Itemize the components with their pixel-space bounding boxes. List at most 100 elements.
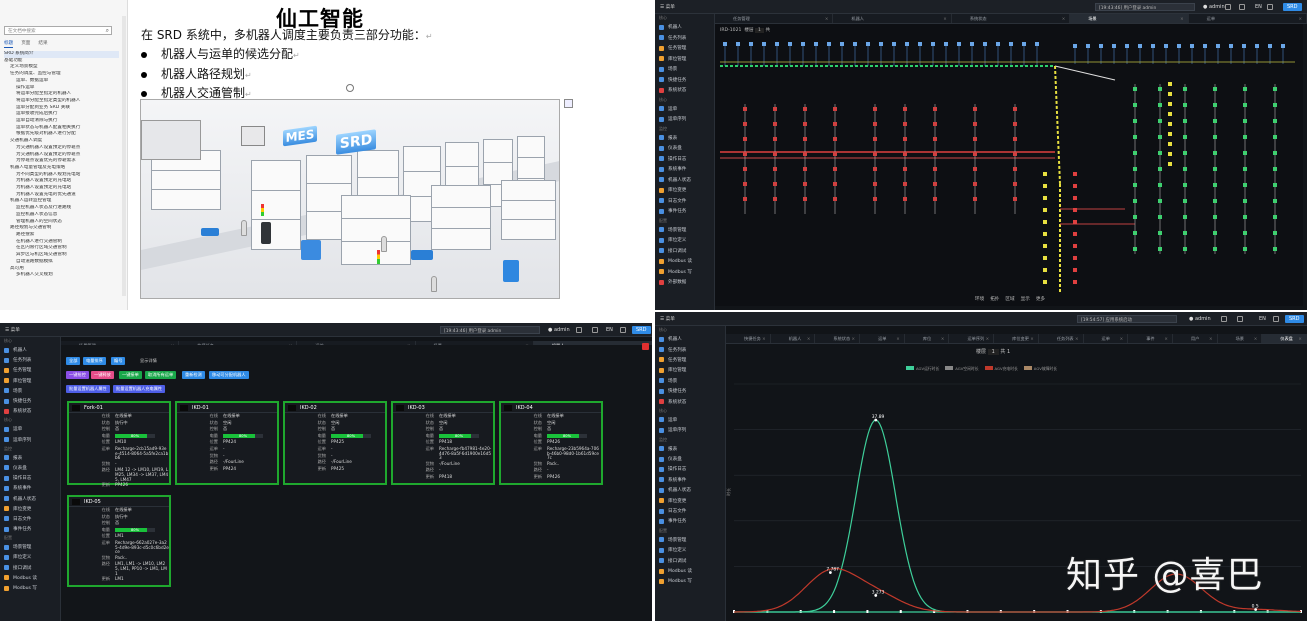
search-icon[interactable]: ⌕ [106,27,109,35]
heading-tree-item[interactable]: 自动道路数据模拟 [4,259,119,266]
map-node[interactable] [1125,44,1129,48]
heading-tree-item[interactable]: 为机器人设置充电的优先通道 [4,192,119,199]
map-node[interactable] [1168,162,1172,166]
map-node[interactable] [1133,103,1137,107]
tab[interactable]: 用户 × [1173,334,1218,343]
map-node[interactable] [1151,44,1155,48]
map-toolbar-item[interactable]: 环境 [975,296,984,302]
map-node[interactable] [1043,244,1047,248]
map-node[interactable] [1213,183,1217,187]
heading-tree-item[interactable]: 机器人运转监控管理 [4,198,119,205]
map-node[interactable] [1273,151,1277,155]
map-node[interactable] [1073,220,1077,224]
sidebar-item[interactable]: 库位管理 [655,365,725,375]
tab[interactable]: 快捷任务× [726,334,771,343]
heading-tree-item[interactable]: 为机器人设置预定的充电站 [4,185,119,192]
map-node[interactable] [1043,184,1047,188]
map-node[interactable] [903,107,907,111]
heading-tree-item[interactable]: 根据优先级对机器人进行分配 [4,131,119,138]
heading-tree-item[interactable]: 在区内限行区域交通管制 [4,245,119,252]
legend-entry[interactable]: AGV充电时长 [984,366,1018,372]
sidebar-item[interactable]: 任务管理 [0,365,60,375]
map-node[interactable] [1243,215,1247,219]
sidebar-item[interactable]: 运单序列 [655,114,714,125]
map-node[interactable] [1158,87,1162,91]
map-node[interactable] [1168,152,1172,156]
user-menu[interactable]: ● admin [548,327,570,333]
map-node[interactable] [723,42,727,46]
fullscreen-icon[interactable] [1273,316,1279,322]
map-node[interactable] [1133,215,1137,219]
cancel-orders-button[interactable]: 取消所有运单 [145,371,177,379]
map-node[interactable] [1073,232,1077,236]
close-tab-icon[interactable]: × [1062,14,1066,23]
robot-card[interactable]: IKD-04 在线 在线接单 状态 空闲 控制否电量 80% 位置 PP426 运单 Recharg… [499,401,603,485]
close-tab-icon[interactable]: × [807,334,811,343]
map-node[interactable] [873,152,877,156]
map-node[interactable] [840,42,844,46]
map-node[interactable] [803,152,807,156]
map-node[interactable] [1213,247,1217,251]
map-node[interactable] [866,42,870,46]
map-node[interactable] [973,197,977,201]
robot-card[interactable]: IKD-02 在线 在线接单 状态 空闲 控制否电量 80% 位置 PP425 运单 - 货物 - 路径 -… [283,401,387,485]
map-node[interactable] [833,167,837,171]
heading-tree-item[interactable]: 操作运单 [4,85,119,92]
map-node[interactable] [1073,172,1077,176]
map-node[interactable] [1168,102,1172,106]
close-tab-icon[interactable]: × [1299,14,1303,23]
heading-tree-item[interactable]: 多机器人交叉规划 [4,272,119,279]
map-node[interactable] [973,122,977,126]
map-node[interactable] [803,122,807,126]
map-node[interactable] [1216,44,1220,48]
close-tab-icon[interactable]: × [1164,334,1168,343]
map-node[interactable] [1273,135,1277,139]
map-node[interactable] [983,42,987,46]
tab[interactable]: 系统状态 × [952,14,1071,23]
heading-tree-item[interactable]: 高可用 [4,266,119,273]
map-node[interactable] [1133,135,1137,139]
map-node[interactable] [853,42,857,46]
sort-battery-button[interactable]: 电量排序 [83,357,106,365]
heading-tree-item[interactable]: 运单接收完成后执行 [4,111,119,118]
sidebar-item[interactable]: 日志文件 [0,514,60,524]
sidebar-item[interactable]: 机器人状态 [655,485,725,495]
heading-tree-item[interactable]: 定义场景模型 [4,64,119,71]
map-node[interactable] [1086,44,1090,48]
heading-tree-item[interactable]: 监控机器人状态信息 [4,212,119,219]
map-node[interactable] [1242,44,1246,48]
legend-entry[interactable]: AGV运行时长 [906,366,939,372]
map-node[interactable] [775,42,779,46]
heading-tree-item[interactable]: 运单分配到业务 SRD 关联 [4,105,119,112]
map-node[interactable] [1273,231,1277,235]
map-node[interactable] [827,42,831,46]
map-node[interactable] [1183,119,1187,123]
map-node[interactable] [1158,119,1162,123]
close-tab-icon[interactable]: × [896,334,900,343]
sidebar-item[interactable]: 任务管理 [655,43,714,54]
map-toolbar-item[interactable]: 更多 [1036,296,1045,302]
map-node[interactable] [944,42,948,46]
map-node[interactable] [1255,44,1259,48]
map-node[interactable] [1213,135,1217,139]
map-node[interactable] [1243,135,1247,139]
sidebar-item[interactable]: 系统事件 [655,164,714,175]
map-node[interactable] [973,107,977,111]
heading-tree-item[interactable]: 路径规划与交通管制 [4,225,119,232]
map-node[interactable] [1013,107,1017,111]
close-tab-icon[interactable]: × [943,14,947,23]
map-node[interactable] [873,167,877,171]
map-node[interactable] [788,42,792,46]
map-node[interactable] [814,42,818,46]
map-node[interactable] [1013,182,1017,186]
heading-tree-item[interactable]: 运单自动清除与执行 [4,118,119,125]
map-node[interactable] [1138,44,1142,48]
close-tab-icon[interactable]: × [1030,334,1034,343]
map-node[interactable] [933,197,937,201]
nav-tab-pages[interactable]: 页面 [21,40,30,48]
map-node[interactable] [903,197,907,201]
close-tab-icon[interactable]: × [1120,334,1124,343]
logout-icon[interactable] [1221,316,1227,322]
sidebar-item[interactable]: 库位管理 [0,376,60,386]
map-node[interactable] [1043,280,1047,284]
